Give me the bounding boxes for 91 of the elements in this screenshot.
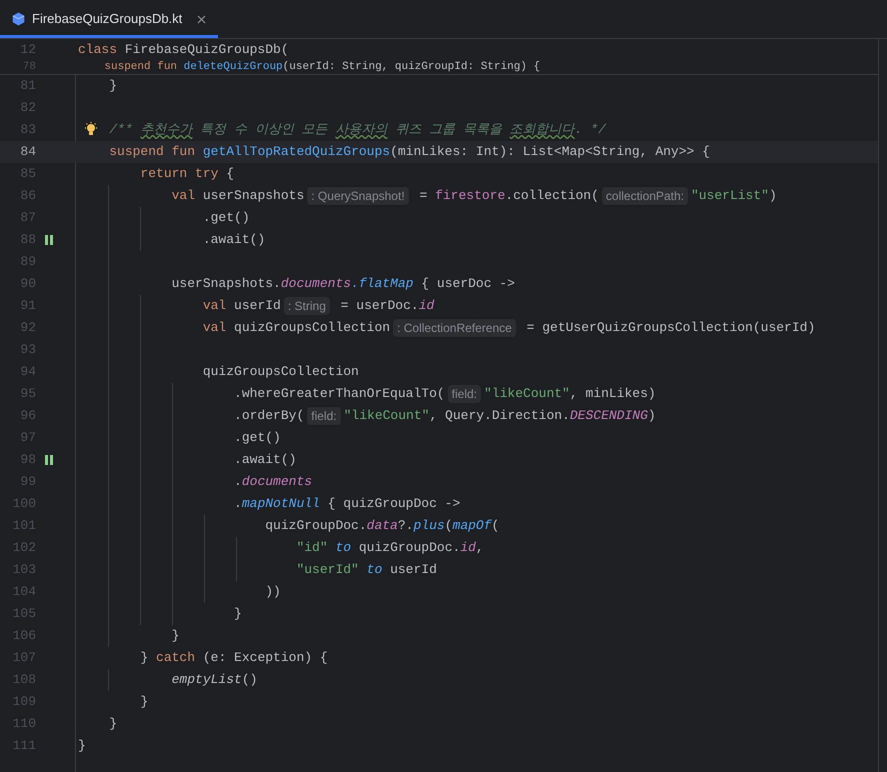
- code-token: .flatMap: [351, 275, 414, 294]
- code-token: ,: [476, 539, 484, 558]
- code-token: ?.: [398, 517, 414, 536]
- code-token: firestore: [435, 187, 506, 206]
- code-token: , Query.Direction.: [429, 407, 570, 426]
- code-token: userSnapshots.: [172, 275, 281, 294]
- code-token: deleteQuizGroup: [184, 61, 283, 74]
- inlay-hint: : String: [284, 297, 330, 315]
- code-token: plus: [413, 517, 445, 536]
- code-token: getAllTopRatedQuizGroups: [202, 143, 390, 162]
- code-token: suspend fun: [104, 61, 178, 74]
- code-token: 조회합니다: [510, 121, 575, 140]
- code-token: 퀴즈 그룹 목록을: [394, 121, 504, 140]
- code-token: .await(): [234, 451, 296, 470]
- close-icon[interactable]: [197, 14, 206, 24]
- inlay-hint: field:: [448, 385, 482, 403]
- code-token: )): [265, 583, 281, 602]
- code-token: { userDoc ->: [420, 275, 515, 294]
- code-token: (: [444, 517, 453, 536]
- code-token: /**: [109, 121, 134, 140]
- code-token: to: [334, 539, 352, 558]
- code-token: }: [109, 77, 118, 96]
- code-token: .collection(: [505, 187, 599, 206]
- code-token: userId: [390, 561, 437, 580]
- cube-icon: [12, 12, 25, 26]
- inlay-hint: : QuerySnapshot!: [307, 187, 409, 205]
- code-token: id: [418, 297, 434, 316]
- code-token: "userList": [690, 187, 769, 206]
- code-token: mapNotNull: [242, 495, 320, 514]
- code-token: .orderBy(: [234, 407, 304, 426]
- code-token: userSnapshots: [202, 187, 304, 206]
- code-token: to: [366, 561, 384, 580]
- code-token: class: [78, 41, 118, 60]
- code-token: "likeCount": [484, 385, 570, 404]
- code-token: "id": [296, 539, 328, 558]
- code-token: quizGroupsCollection: [234, 319, 390, 338]
- code-token: (): [242, 671, 258, 690]
- code-token: { quizGroupDoc ->: [326, 495, 460, 514]
- code-token: quizGroupsCollection: [202, 363, 359, 382]
- code-token: quizGroupDoc.: [265, 517, 367, 536]
- code-token: "likeCount": [344, 407, 430, 426]
- code-token: val: [172, 187, 196, 206]
- code-token: }: [234, 605, 242, 624]
- code-token: 특정 수 이상인 모든: [199, 121, 329, 140]
- code-token: = getUserQuizGroupsCollection(userId): [526, 319, 816, 338]
- tab-title: FirebaseQuizGroupsDb.kt: [32, 10, 182, 28]
- code-token: .await(): [202, 231, 266, 250]
- code-token: val: [202, 319, 228, 338]
- code-token: (e: Exception) {: [202, 649, 328, 668]
- code-token: 추천수가: [140, 121, 192, 140]
- code-token: . */: [574, 121, 606, 140]
- inlay-hint: collectionPath:: [602, 187, 688, 205]
- code-token: documents: [242, 473, 312, 492]
- code-token: DESCENDING: [570, 407, 648, 426]
- code-token: suspend fun: [109, 143, 196, 162]
- code-token: }: [140, 649, 150, 668]
- code-token: (: [492, 517, 500, 536]
- code-token: .get(): [234, 429, 281, 448]
- code-token: .: [234, 495, 242, 514]
- code-token: }: [78, 737, 86, 756]
- code-token: FirebaseQuizGroupsDb(: [124, 41, 289, 60]
- code-token: emptyList: [172, 671, 242, 690]
- code-token: , minLikes): [570, 385, 656, 404]
- code-token: .: [234, 473, 242, 492]
- code-token: quizGroupDoc.: [358, 539, 460, 558]
- inlay-hint: field:: [307, 407, 341, 425]
- code-token: return try: [140, 165, 220, 184]
- code-token: userId: [234, 297, 281, 316]
- code-token: val: [202, 297, 228, 316]
- code-token: documents: [280, 275, 352, 294]
- code-token: 사용자의: [335, 121, 388, 140]
- code-token: ): [768, 187, 777, 206]
- code-token: mapOf: [452, 517, 492, 536]
- code-token: (minLikes: Int): List<Map<String, Any>> {: [390, 143, 710, 162]
- code-token: data: [366, 517, 398, 536]
- code-token: ): [648, 407, 656, 426]
- code-token: }: [109, 715, 118, 734]
- code-token: }: [140, 693, 148, 712]
- code-token: "userId": [296, 561, 359, 580]
- code-token: .whereGreaterThanOrEqualTo(: [234, 385, 445, 404]
- code-token: }: [172, 627, 180, 646]
- line-number: 84: [19, 143, 36, 162]
- code-token: catch: [156, 649, 196, 668]
- code-token: {: [226, 165, 234, 184]
- inlay-hint: : CollectionReference: [393, 319, 516, 337]
- code-token: id: [460, 539, 476, 558]
- code-token: .get(): [202, 209, 250, 228]
- code-token: =: [418, 187, 428, 206]
- code-token: (userId: String, quizGroupId: String) {: [282, 61, 540, 74]
- lightbulb-icon[interactable]: [84, 122, 98, 138]
- code-token: = userDoc.: [340, 297, 419, 316]
